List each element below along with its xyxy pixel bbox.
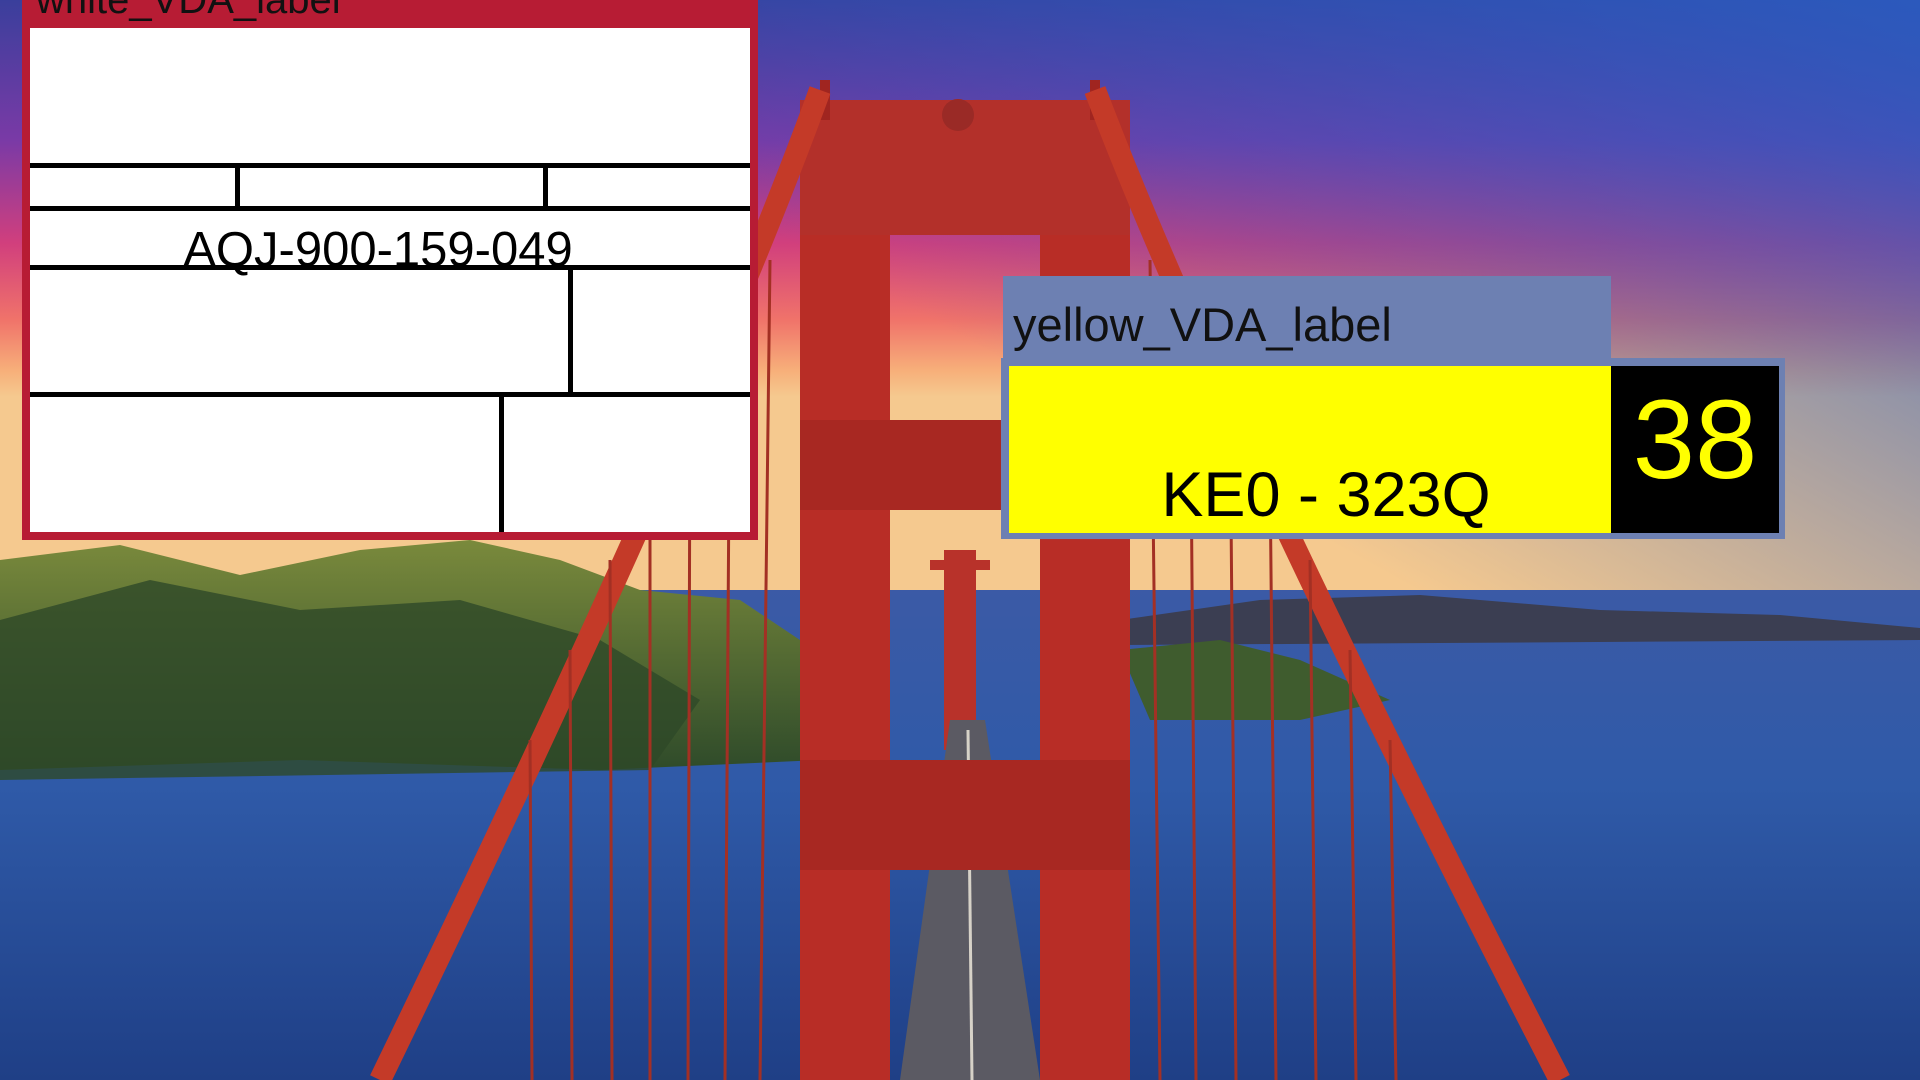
label-divider <box>543 163 548 209</box>
label-divider <box>30 206 750 211</box>
plate-number: KE0 - 323Q <box>1161 460 1491 530</box>
label-divider <box>30 392 750 397</box>
part-number: AQJ-900-159-049 <box>183 223 573 277</box>
number-box: 38 <box>1611 366 1779 533</box>
label-number: 38 <box>1632 377 1758 502</box>
label-divider <box>30 163 750 168</box>
white-label-window[interactable]: white_VDA_label AQJ-900-159-049 <box>22 0 758 540</box>
white-label-title: white_VDA_label <box>36 0 341 22</box>
white-label-body: AQJ-900-159-049 <box>30 28 750 532</box>
label-divider <box>499 392 504 532</box>
yellow-label-window[interactable]: KE0 - 323Q 38 <box>1001 358 1785 539</box>
yellow-plate: KE0 - 323Q <box>1009 366 1611 533</box>
label-divider <box>235 163 240 209</box>
label-divider <box>568 265 573 395</box>
yellow-label-title-bar[interactable]: yellow_VDA_label <box>1003 276 1611 366</box>
yellow-label-title: yellow_VDA_label <box>1013 298 1392 351</box>
